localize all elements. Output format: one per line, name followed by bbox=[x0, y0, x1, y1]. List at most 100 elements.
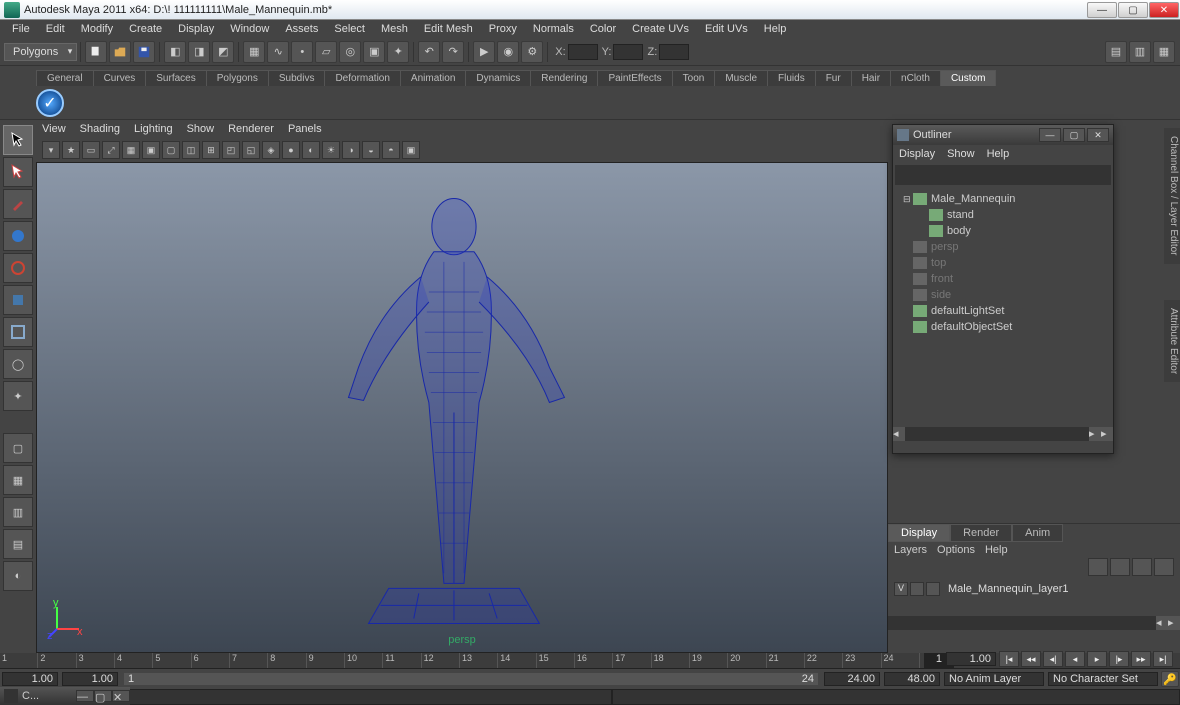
menu-color[interactable]: Color bbox=[582, 23, 624, 35]
layout-single-icon[interactable]: ▢ bbox=[3, 433, 33, 463]
layer-new-empty-icon[interactable] bbox=[1110, 558, 1130, 576]
scale-tool[interactable] bbox=[3, 285, 33, 315]
shelf-tab-hair[interactable]: Hair bbox=[851, 70, 891, 86]
vp-film-gate-icon[interactable]: ▣ bbox=[142, 141, 160, 159]
outliner-item[interactable]: body bbox=[897, 223, 1109, 239]
save-scene-icon[interactable] bbox=[133, 41, 155, 63]
new-scene-icon[interactable] bbox=[85, 41, 107, 63]
layer-new-icon[interactable] bbox=[1088, 558, 1108, 576]
layer-row[interactable]: VMale_Mannequin_layer1 bbox=[888, 580, 1180, 598]
vp-safe-title-icon[interactable]: ◱ bbox=[242, 141, 260, 159]
shelf-tab-fluids[interactable]: Fluids bbox=[767, 70, 816, 86]
layer-tab-display[interactable]: Display bbox=[888, 524, 950, 542]
soft-mod-tool[interactable]: ◯ bbox=[3, 349, 33, 379]
outliner-item[interactable]: side bbox=[897, 287, 1109, 303]
show-manip-tool[interactable]: ✦ bbox=[3, 381, 33, 411]
snap-live-icon[interactable]: ◎ bbox=[339, 41, 361, 63]
ipr-render-icon[interactable]: ◉ bbox=[497, 41, 519, 63]
vp-wireframe-icon[interactable]: ◈ bbox=[262, 141, 280, 159]
outliner-tree[interactable]: ⊟Male_Mannequinstandbodypersptopfrontsid… bbox=[893, 187, 1113, 427]
outliner-item[interactable]: top bbox=[897, 255, 1109, 271]
shelf-tab-custom[interactable]: Custom bbox=[940, 70, 996, 86]
panel-layout-b-icon[interactable]: ▥ bbox=[1129, 41, 1151, 63]
play-back-button[interactable]: ◂ bbox=[1065, 651, 1085, 667]
vp-field-chart-icon[interactable]: ⊞ bbox=[202, 141, 220, 159]
outliner-search-input[interactable] bbox=[895, 165, 1111, 185]
vp-shadow-icon[interactable]: ◑ bbox=[342, 141, 360, 159]
range-end-inner-input[interactable] bbox=[824, 672, 880, 686]
shelf-tab-polygons[interactable]: Polygons bbox=[206, 70, 269, 86]
autokey-icon[interactable]: 🔑 bbox=[1161, 671, 1179, 687]
outliner-close-button[interactable]: ✕ bbox=[1087, 128, 1109, 142]
vp-highq-icon[interactable]: ◒ bbox=[362, 141, 380, 159]
vp-menu-lighting[interactable]: Lighting bbox=[134, 123, 173, 135]
range-start-inner-input[interactable] bbox=[62, 672, 118, 686]
layout-two-stack-icon[interactable]: ▤ bbox=[3, 529, 33, 559]
menu-assets[interactable]: Assets bbox=[277, 23, 326, 35]
shelf-tab-subdivs[interactable]: Subdivs bbox=[268, 70, 326, 86]
playback-speed-input[interactable] bbox=[946, 652, 996, 666]
select-by-object-icon[interactable]: ◨ bbox=[188, 41, 210, 63]
step-back-key-button[interactable]: ◂◂ bbox=[1021, 651, 1041, 667]
vp-image-plane-icon[interactable]: ▭ bbox=[82, 141, 100, 159]
mode-selector[interactable]: Polygons bbox=[4, 43, 77, 61]
vp-res-gate-icon[interactable]: ▢ bbox=[162, 141, 180, 159]
menu-help[interactable]: Help bbox=[756, 23, 795, 35]
layout-two-side-icon[interactable]: ▥ bbox=[3, 497, 33, 527]
menu-modify[interactable]: Modify bbox=[73, 23, 121, 35]
range-end-outer-input[interactable] bbox=[884, 672, 940, 686]
layer-menu-help[interactable]: Help bbox=[985, 544, 1008, 556]
shelf-tab-animation[interactable]: Animation bbox=[400, 70, 466, 86]
shelf-tab-fur[interactable]: Fur bbox=[815, 70, 852, 86]
outliner-window[interactable]: Outliner — ▢ ✕ DisplayShowHelp ⊟Male_Man… bbox=[892, 124, 1114, 454]
outliner-item[interactable]: stand bbox=[897, 207, 1109, 223]
close-button[interactable]: ✕ bbox=[1149, 2, 1179, 18]
shelf-tab-general[interactable]: General bbox=[36, 70, 94, 86]
shelf-item-checkmark-icon[interactable]: ✓ bbox=[36, 89, 64, 117]
play-fwd-button[interactable]: ▸ bbox=[1087, 651, 1107, 667]
vp-menu-panels[interactable]: Panels bbox=[288, 123, 322, 135]
shelf-tab-deformation[interactable]: Deformation bbox=[324, 70, 400, 86]
shelf-tab-dynamics[interactable]: Dynamics bbox=[465, 70, 531, 86]
go-end-button[interactable]: ▸| bbox=[1153, 651, 1173, 667]
vp-2d-pan-icon[interactable]: ⤢ bbox=[102, 141, 120, 159]
outliner-menu-display[interactable]: Display bbox=[899, 148, 935, 160]
layer-move-up-icon[interactable] bbox=[1132, 558, 1152, 576]
panel-layout-a-icon[interactable]: ▤ bbox=[1105, 41, 1127, 63]
coord-x-input[interactable] bbox=[568, 44, 598, 60]
vp-texture-icon[interactable]: ◐ bbox=[302, 141, 320, 159]
attribute-editor-tab[interactable]: Attribute Editor bbox=[1164, 300, 1180, 382]
outliner-item[interactable]: ⊟Male_Mannequin bbox=[897, 191, 1109, 207]
shelf-tab-ncloth[interactable]: nCloth bbox=[890, 70, 941, 86]
menu-create[interactable]: Create bbox=[121, 23, 170, 35]
vp-safe-action-icon[interactable]: ◰ bbox=[222, 141, 240, 159]
shelf-tab-rendering[interactable]: Rendering bbox=[530, 70, 598, 86]
universal-manip-tool[interactable] bbox=[3, 317, 33, 347]
menu-file[interactable]: File bbox=[4, 23, 38, 35]
outliner-item[interactable]: defaultLightSet bbox=[897, 303, 1109, 319]
vp-bookmark-icon[interactable]: ★ bbox=[62, 141, 80, 159]
snap-point-icon[interactable]: • bbox=[291, 41, 313, 63]
outliner-minimize-button[interactable]: — bbox=[1039, 128, 1061, 142]
vp-menu-view[interactable]: View bbox=[42, 123, 66, 135]
vp-select-cam-icon[interactable]: ▾ bbox=[42, 141, 60, 159]
hist-on-icon[interactable]: ↶ bbox=[418, 41, 440, 63]
menu-window[interactable]: Window bbox=[222, 23, 277, 35]
range-start-outer-input[interactable] bbox=[2, 672, 58, 686]
vp-gate-mask-icon[interactable]: ◫ bbox=[182, 141, 200, 159]
minimize-button[interactable]: — bbox=[1087, 2, 1117, 18]
step-fwd-key-button[interactable]: ▸▸ bbox=[1131, 651, 1151, 667]
render-settings-icon[interactable]: ⚙ bbox=[521, 41, 543, 63]
menu-proxy[interactable]: Proxy bbox=[481, 23, 525, 35]
range-slider-track[interactable]: 1 24 bbox=[124, 673, 818, 685]
render-frame-icon[interactable]: ▶ bbox=[473, 41, 495, 63]
vp-menu-shading[interactable]: Shading bbox=[80, 123, 120, 135]
select-tool[interactable] bbox=[3, 125, 33, 155]
menu-display[interactable]: Display bbox=[170, 23, 222, 35]
shelf-tab-curves[interactable]: Curves bbox=[93, 70, 147, 86]
menu-select[interactable]: Select bbox=[326, 23, 373, 35]
layout-script-icon[interactable]: ◐ bbox=[3, 561, 33, 591]
shelf-tab-surfaces[interactable]: Surfaces bbox=[145, 70, 206, 86]
layer-tab-render[interactable]: Render bbox=[950, 524, 1012, 542]
outliner-menu-show[interactable]: Show bbox=[947, 148, 975, 160]
